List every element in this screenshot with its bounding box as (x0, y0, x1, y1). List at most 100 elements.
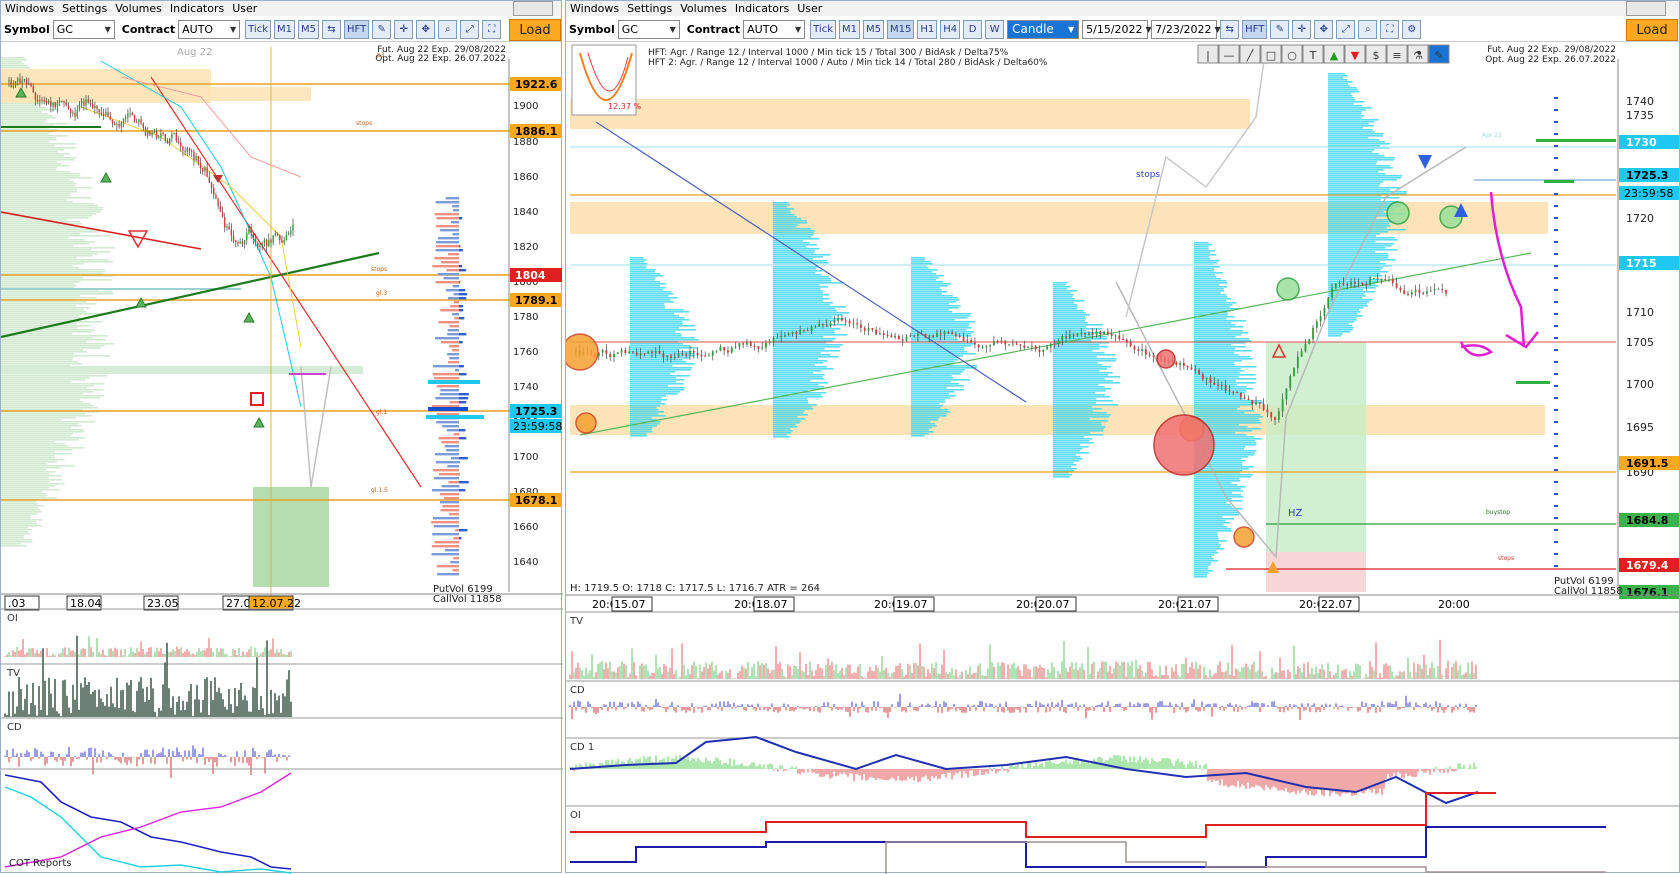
candle-body (947, 332, 949, 333)
candle-body (44, 100, 45, 101)
menu-indicators[interactable]: Indicators (735, 2, 789, 15)
volume-profile-bar (1194, 548, 1224, 550)
volume-profile-bar (1, 115, 52, 117)
dom-bar (435, 397, 459, 399)
candle-body (286, 235, 287, 240)
dom-bar (1554, 469, 1558, 471)
volume-profile-bar (773, 300, 823, 302)
right-chart-area[interactable]: 12.37 %HFT: Agr. / Range 12 / Interval 1… (566, 17, 1680, 874)
volume-profile-bar (773, 412, 803, 414)
brush-tool-icon: ⚗ (1413, 49, 1423, 62)
candle-body (1240, 393, 1242, 397)
volume-profile-bar (1328, 111, 1362, 113)
volume-profile-bar (630, 361, 686, 363)
volume-profile-bar (773, 386, 824, 388)
date-tick: 15.07 (614, 598, 646, 611)
volume-profile-bar (1053, 360, 1116, 362)
volume-profile-bar (1, 209, 102, 211)
volume-profile-bar (1328, 315, 1363, 317)
volume-profile-bar (1, 527, 28, 529)
menu-settings[interactable]: Settings (62, 2, 107, 15)
candle-body (1065, 336, 1067, 338)
candle-body (281, 240, 282, 243)
volume-profile-bar (1194, 294, 1226, 296)
dom-bar (1544, 180, 1574, 183)
volume-profile-bar (1, 483, 64, 485)
menu-indicators[interactable]: Indicators (170, 2, 224, 15)
volume-profile-bar (1, 267, 79, 269)
volume-profile-bar (911, 367, 977, 369)
volume-profile-bar (1194, 540, 1227, 542)
volume-profile-bar (630, 297, 678, 299)
text-tool-icon: T (1309, 49, 1317, 62)
volume-profile-bar (1194, 380, 1236, 382)
supply-zone (570, 99, 1250, 129)
dom-bar (459, 429, 465, 431)
volume-profile-bar (630, 379, 684, 381)
volume-profile-bar (1, 445, 68, 447)
volume-profile-bar (1, 331, 92, 333)
volume-profile-bar (1, 217, 89, 219)
volume-profile-bar (911, 401, 945, 403)
volume-profile-bar (773, 282, 844, 284)
volume-profile-bar (773, 262, 829, 264)
volume-profile-bar (1, 355, 110, 357)
candle-body (833, 321, 835, 323)
candle-body (738, 343, 740, 346)
candle-body (1430, 290, 1432, 291)
volume-profile-bar (1194, 518, 1234, 520)
menu-windows[interactable]: Windows (5, 2, 54, 15)
volume-profile-bar (773, 242, 810, 244)
candle-body (837, 318, 839, 321)
candle-body (955, 334, 957, 336)
fib-tool-icon: ≡ (1392, 49, 1401, 62)
dom-bar (459, 341, 463, 343)
volume-profile-bar (1, 329, 95, 331)
candle-body (1039, 349, 1041, 352)
menu-settings[interactable]: Settings (627, 2, 672, 15)
volume-profile-bar (911, 343, 974, 345)
candle-body (1384, 279, 1386, 280)
volume-profile-bar (773, 354, 831, 356)
menu-user[interactable]: User (797, 2, 822, 15)
candle-body (632, 352, 634, 353)
dom-bar (436, 461, 459, 463)
volume-profile-bar (1194, 340, 1251, 342)
volume-profile-bar (630, 405, 660, 407)
window-restore-icon[interactable] (513, 1, 553, 16)
menu-volumes[interactable]: Volumes (115, 2, 162, 15)
dom-bar (448, 481, 459, 483)
dom-bar (459, 269, 466, 271)
volume-profile-bar (1194, 376, 1238, 378)
volume-profile-bar (1053, 322, 1088, 324)
volume-profile-bar (911, 313, 971, 315)
volume-profile-bar (1, 471, 56, 473)
candle-body (1107, 332, 1109, 334)
volume-profile-bar (1, 363, 83, 365)
candle-body (1115, 335, 1117, 336)
menu-user[interactable]: User (232, 2, 257, 15)
volume-profile-bar (1194, 542, 1219, 544)
dom-bar (1516, 381, 1550, 384)
volume-profile-bar (630, 329, 696, 331)
menu-windows[interactable]: Windows (570, 2, 619, 15)
menu-volumes[interactable]: Volumes (680, 2, 727, 15)
volume-profile-bar (1194, 532, 1218, 534)
dom-bar (435, 337, 459, 339)
candle-body (640, 353, 642, 355)
pane-title: COT Reports (9, 858, 72, 869)
volume-profile-bar (1053, 384, 1098, 386)
volume-profile-bar (1328, 79, 1347, 81)
volume-profile-bar (911, 417, 940, 419)
candle-body (222, 212, 223, 217)
candle-body (226, 226, 227, 227)
candle-body (1194, 369, 1196, 370)
dom-bar (453, 285, 459, 287)
window-restore-icon[interactable] (1626, 1, 1666, 16)
volume-profile-bar (1, 533, 30, 535)
volume-profile-bar (1, 387, 87, 389)
left-chart-area[interactable]: Fut. Aug 22 Exp. 29/08/2022Opt. Aug 22 E… (1, 17, 563, 874)
candle-body (1020, 344, 1022, 345)
volume-profile-bar (773, 324, 846, 326)
volume-profile-bar (911, 419, 938, 421)
